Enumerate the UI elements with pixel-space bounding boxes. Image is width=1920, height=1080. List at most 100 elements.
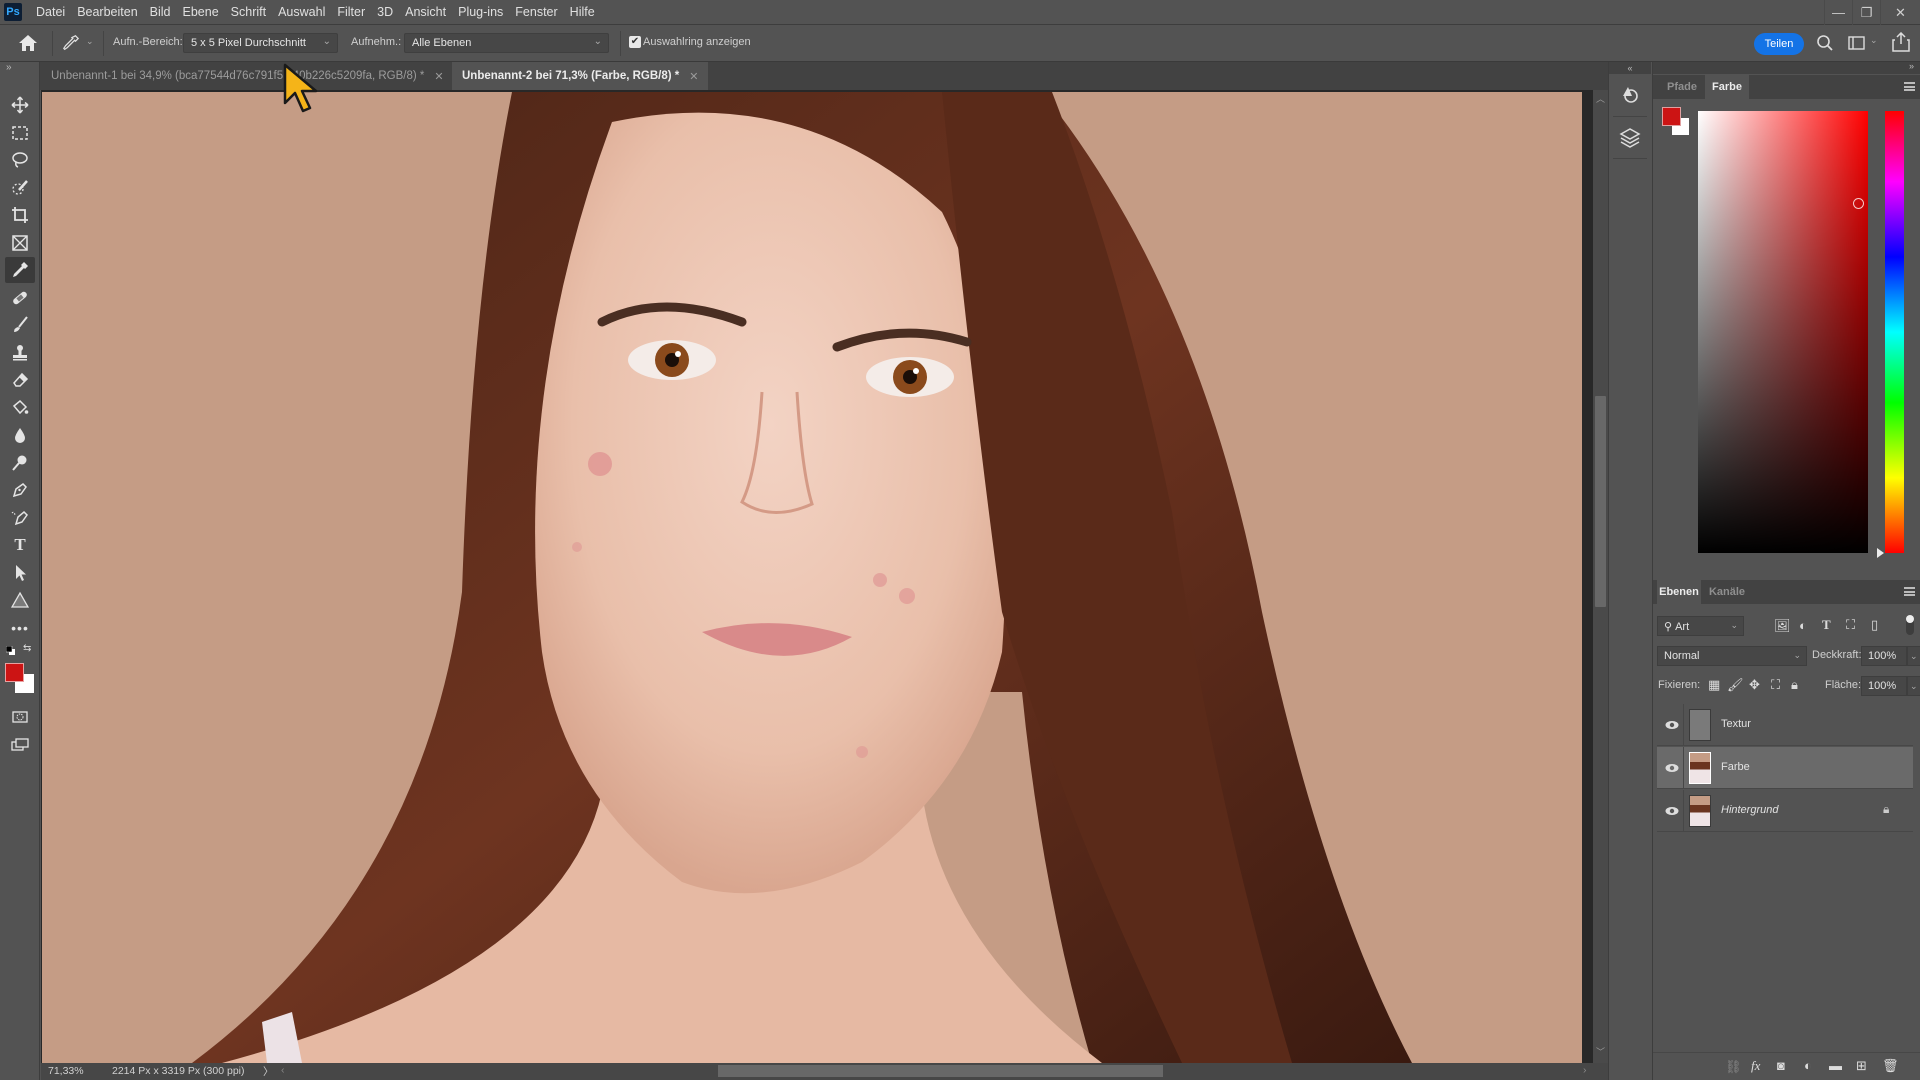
freeform-pen-tool[interactable] xyxy=(5,505,35,531)
filter-type-layers-icon[interactable]: T xyxy=(1822,617,1831,633)
fill-dropdown[interactable]: ⌄ xyxy=(1907,676,1920,696)
layer-name[interactable]: Hintergrund xyxy=(1721,804,1778,816)
collapse-icon[interactable]: « xyxy=(1609,62,1651,74)
type-tool[interactable]: T xyxy=(5,532,35,558)
tab-paths[interactable]: Pfade xyxy=(1659,75,1705,99)
show-ring-checkbox[interactable]: ✔ xyxy=(629,36,641,48)
color-spectrum-field[interactable] xyxy=(1698,111,1868,553)
lock-icon[interactable]: 🔒︎ xyxy=(1883,802,1889,817)
filter-shape-layers-icon[interactable]: ⛶ xyxy=(1846,617,1855,633)
scroll-right-icon[interactable]: › xyxy=(1583,1064,1587,1076)
show-ring-label[interactable]: Auswahlring anzeigen xyxy=(643,36,751,48)
close-tab-icon[interactable]: ✕ xyxy=(689,70,698,83)
link-layers-icon[interactable]: ⛓ xyxy=(1725,1059,1742,1075)
filter-smart-objects-icon[interactable]: ▯ xyxy=(1871,617,1878,633)
sample-size-select[interactable]: 5 x 5 Pixel Durchschnitt ⌄ xyxy=(183,33,338,53)
fill-input[interactable]: 100% xyxy=(1861,676,1907,696)
lock-artboard-icon[interactable]: ⛶ xyxy=(1771,677,1780,693)
home-button[interactable] xyxy=(18,34,38,52)
scroll-down-icon[interactable]: ﹀ xyxy=(1596,1045,1605,1058)
menu-hilfe[interactable]: Hilfe xyxy=(570,5,595,19)
foreground-color-swatch[interactable] xyxy=(5,663,24,682)
panel-menu-icon[interactable] xyxy=(1904,587,1915,596)
restore-button[interactable]: ❐ xyxy=(1852,0,1880,25)
sample-layers-select[interactable]: Alle Ebenen ⌄ xyxy=(404,33,609,53)
status-menu-arrow[interactable]: 〉 xyxy=(263,1064,274,1079)
expand-panels-icon[interactable]: » xyxy=(1909,61,1914,71)
color-panel-fg-swatch[interactable] xyxy=(1662,107,1681,126)
blur-tool[interactable] xyxy=(5,422,35,448)
tab-color[interactable]: Farbe xyxy=(1705,75,1749,99)
menu-ebene[interactable]: Ebene xyxy=(183,5,219,19)
hue-slider-handle[interactable] xyxy=(1877,548,1884,558)
tool-preset-picker[interactable]: ⌄ xyxy=(60,33,96,53)
menu-auswahl[interactable]: Auswahl xyxy=(278,5,325,19)
visibility-eye-icon[interactable] xyxy=(1665,761,1679,775)
tab-layers[interactable]: Ebenen xyxy=(1657,580,1701,604)
screen-mode-button[interactable] xyxy=(5,732,35,758)
layer-row-hintergrund[interactable]: Hintergrund 🔒︎ xyxy=(1657,790,1913,832)
layers-panel-button[interactable] xyxy=(1619,126,1641,148)
search-button[interactable] xyxy=(1816,34,1834,52)
crop-tool[interactable] xyxy=(5,202,35,228)
zoom-level[interactable]: 71,33% xyxy=(48,1065,84,1077)
vertical-scrollbar[interactable]: ︿ ﹀ xyxy=(1593,90,1608,1063)
document-info[interactable]: 2214 Px x 3319 Px (300 ppi) xyxy=(112,1065,245,1077)
new-layer-icon[interactable]: ⊞ xyxy=(1856,1058,1867,1074)
menu-datei[interactable]: Datei xyxy=(36,5,65,19)
adjustment-layer-icon[interactable]: ◐ xyxy=(1804,1058,1812,1073)
workspace-switcher[interactable]: ⌄ xyxy=(1848,35,1880,51)
marquee-tool[interactable] xyxy=(5,120,35,146)
blend-mode-select[interactable]: Normal ⌄ xyxy=(1657,646,1807,666)
minimize-button[interactable]: — xyxy=(1824,0,1852,25)
layer-row-textur[interactable]: Textur xyxy=(1657,704,1913,746)
menu-fenster[interactable]: Fenster xyxy=(515,5,557,19)
lock-transparent-pixels-icon[interactable]: ▦ xyxy=(1708,677,1720,693)
tab-channels[interactable]: Kanäle xyxy=(1703,580,1751,604)
dodge-tool[interactable] xyxy=(5,450,35,476)
swap-colors-icon[interactable]: ⇆ xyxy=(23,643,31,654)
tab-document-2[interactable]: Unbenannt-2 bei 71,3% (Farbe, RGB/8) * ✕ xyxy=(452,62,709,90)
history-panel-button[interactable] xyxy=(1619,84,1641,106)
lock-position-icon[interactable]: ✥ xyxy=(1749,677,1760,693)
export-share-button[interactable] xyxy=(1892,31,1910,52)
lock-all-icon[interactable]: 🔒︎ xyxy=(1791,677,1798,693)
quick-selection-tool[interactable] xyxy=(5,175,35,201)
menu-3d[interactable]: 3D xyxy=(377,5,393,19)
layer-row-farbe[interactable]: Farbe xyxy=(1657,747,1913,789)
opacity-dropdown[interactable]: ⌄ xyxy=(1907,646,1920,666)
default-colors-button[interactable] xyxy=(5,644,15,655)
color-picker-ring[interactable] xyxy=(1853,198,1864,209)
quick-mask-button[interactable] xyxy=(5,704,35,730)
close-window-button[interactable]: ✕ xyxy=(1880,0,1920,25)
clone-stamp-tool[interactable] xyxy=(5,340,35,366)
filter-toggle[interactable] xyxy=(1906,615,1914,635)
eyedropper-tool[interactable] xyxy=(5,257,35,283)
menu-bearbeiten[interactable]: Bearbeiten xyxy=(77,5,137,19)
add-mask-icon[interactable]: ◙ xyxy=(1777,1058,1785,1073)
menu-bild[interactable]: Bild xyxy=(150,5,171,19)
close-tab-icon[interactable]: ✕ xyxy=(434,70,443,83)
horizontal-scroll-thumb[interactable] xyxy=(718,1065,1163,1077)
opacity-input[interactable]: 100% xyxy=(1861,646,1907,666)
visibility-eye-icon[interactable] xyxy=(1665,718,1679,732)
lock-image-pixels-icon[interactable]: 🖌︎ xyxy=(1727,677,1744,693)
share-button[interactable]: Teilen xyxy=(1754,33,1804,55)
frame-tool[interactable] xyxy=(5,230,35,256)
more-tools[interactable]: ••• xyxy=(5,615,35,641)
layer-name[interactable]: Textur xyxy=(1721,718,1751,730)
menu-plugins[interactable]: Plug-ins xyxy=(458,5,503,19)
visibility-eye-icon[interactable] xyxy=(1665,804,1679,818)
new-group-folder-icon[interactable]: ▬ xyxy=(1829,1058,1842,1073)
fx-icon[interactable]: fx xyxy=(1751,1058,1760,1074)
scroll-left-icon[interactable]: ‹ xyxy=(281,1064,285,1076)
move-tool[interactable] xyxy=(5,92,35,118)
lasso-tool[interactable] xyxy=(5,147,35,173)
eraser-tool[interactable] xyxy=(5,367,35,393)
shape-tool[interactable] xyxy=(5,587,35,613)
filter-pixel-layers-icon[interactable]: 🖼︎ xyxy=(1774,618,1791,634)
brush-tool[interactable] xyxy=(5,312,35,338)
expand-toolbar-icon[interactable]: » xyxy=(6,62,12,73)
panel-menu-icon[interactable] xyxy=(1904,82,1915,91)
delete-layer-trash-icon[interactable]: 🗑︎ xyxy=(1882,1058,1899,1074)
